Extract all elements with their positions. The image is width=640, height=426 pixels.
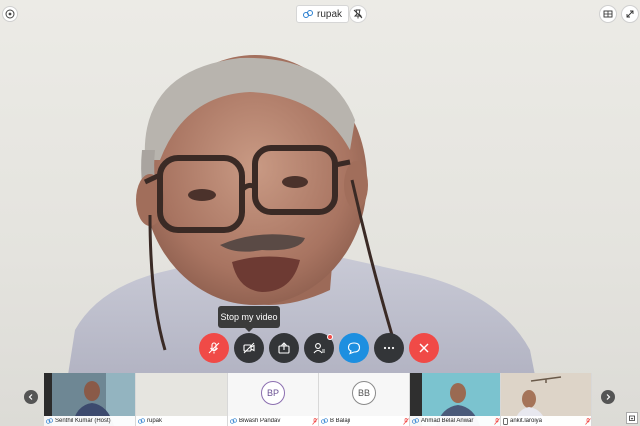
participant-tile[interactable]: Senthil Kumar (Host): [44, 373, 136, 426]
video-off-icon: [243, 342, 255, 354]
participant-name-bar: ankit.laroiya: [501, 416, 591, 426]
participant-tile[interactable]: BB B Balaji: [319, 373, 410, 426]
participants-icon: [313, 343, 325, 354]
participant-tile[interactable]: Ahmad Belal Anwar: [410, 373, 501, 426]
audio-connected-icon: [46, 418, 53, 424]
participant-name-bar: Ahmad Belal Anwar: [410, 416, 500, 426]
participants-button[interactable]: [304, 333, 334, 363]
microphone-muted-icon: [312, 417, 318, 425]
microphone-muted-icon: [494, 417, 500, 425]
share-icon: [278, 342, 290, 354]
mute-button[interactable]: [199, 333, 229, 363]
audio-connected-icon: [230, 418, 237, 424]
audio-connected-icon: [412, 418, 419, 424]
microphone-muted-icon: [208, 342, 220, 354]
info-icon: [5, 9, 15, 19]
full-screen-button[interactable]: [621, 5, 639, 23]
close-icon: [419, 343, 429, 353]
participant-name: Ahmad Belal Anwar: [421, 418, 474, 424]
audio-connected-icon: [303, 10, 313, 18]
microphone-muted-icon: [585, 417, 591, 425]
audio-connected-icon: [321, 418, 328, 424]
participant-name: Senthil Kumar (Host): [55, 418, 111, 424]
participant-tile[interactable]: ankit.laroiya: [501, 373, 592, 426]
chat-icon: [347, 342, 361, 355]
pin-icon: [353, 9, 363, 19]
more-options-button[interactable]: [374, 333, 404, 363]
filmstrip-next-button[interactable]: [601, 390, 615, 404]
avatar: BP: [261, 381, 285, 405]
active-speaker-name: rupak: [317, 8, 343, 20]
participant-tile[interactable]: rupak: [136, 373, 228, 426]
filmstrip-prev-button[interactable]: [24, 390, 38, 404]
chevron-right-icon: [606, 394, 611, 400]
participant-name: ankit.laroiya: [510, 418, 543, 424]
more-icon: [383, 346, 395, 350]
meeting-info-button[interactable]: [2, 6, 18, 22]
grid-layout-icon: [603, 10, 613, 18]
participant-name: rupak: [147, 418, 163, 424]
avatar: BB: [352, 381, 376, 405]
chat-button[interactable]: [339, 333, 369, 363]
participant-name: Biwash Pandav: [239, 418, 281, 424]
share-content-button[interactable]: [269, 333, 299, 363]
phone-icon: [503, 417, 508, 425]
stop-video-button[interactable]: [234, 333, 264, 363]
active-speaker-chip: rupak: [296, 5, 350, 23]
microphone-muted-icon: [403, 417, 409, 425]
participant-name: B Balaji: [330, 418, 351, 424]
participant-name-bar: B Balaji: [319, 416, 409, 426]
leave-meeting-button[interactable]: [409, 333, 439, 363]
filmstrip-toggle-button[interactable]: [626, 412, 638, 424]
expand-icon: [626, 10, 634, 18]
participant-name-bar: Biwash Pandav: [228, 416, 318, 426]
layout-button[interactable]: [599, 5, 617, 23]
participant-name-bar: rupak: [136, 416, 227, 426]
notification-dot: [327, 334, 333, 340]
unpin-button[interactable]: [349, 5, 367, 23]
participant-tile[interactable]: BP Biwash Pandav: [228, 373, 319, 426]
audio-connected-icon: [138, 418, 145, 424]
video-tooltip: Stop my video: [218, 306, 280, 332]
participant-name-bar: Senthil Kumar (Host): [44, 416, 135, 426]
collapse-icon: [629, 415, 635, 421]
chevron-left-icon: [28, 394, 33, 400]
